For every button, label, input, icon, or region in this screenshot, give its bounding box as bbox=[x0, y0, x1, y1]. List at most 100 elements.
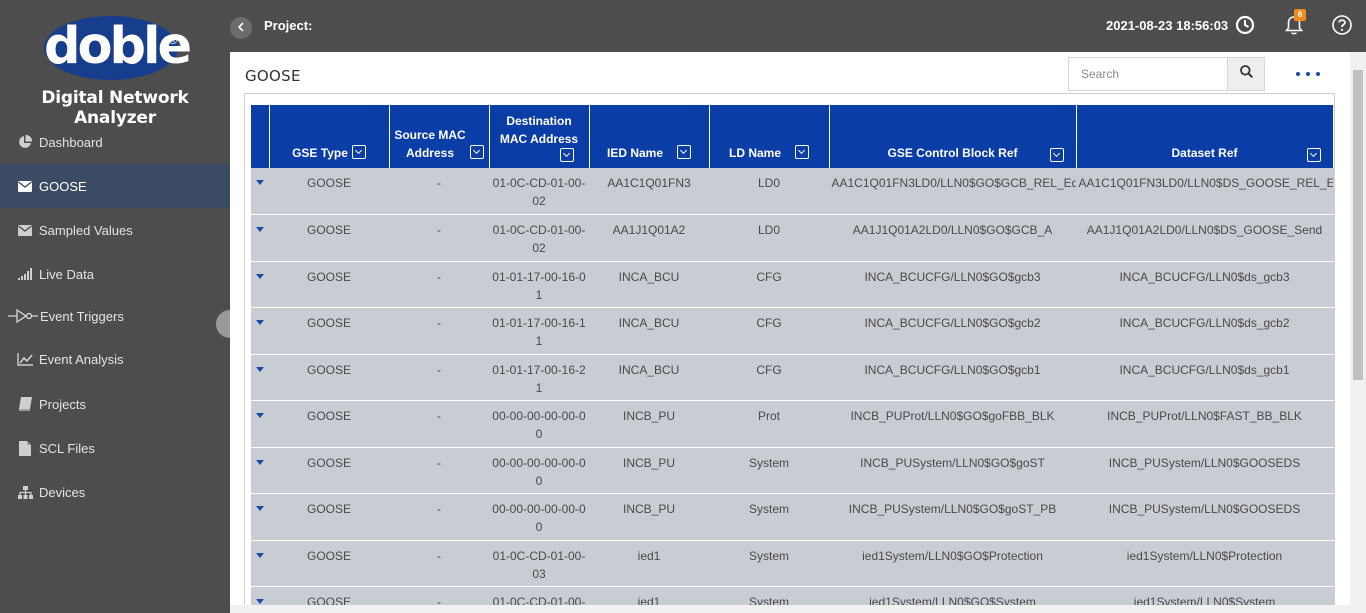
expand-row-icon[interactable] bbox=[256, 459, 264, 465]
cell-source-mac: - bbox=[389, 400, 490, 448]
table-row[interactable]: GOOSE - 01-0C-CD-01-00-02 AA1C1Q01FN3 LD… bbox=[251, 168, 1334, 215]
more-dot bbox=[1316, 72, 1320, 76]
column-header-dataset-ref[interactable]: Dataset Ref bbox=[1076, 105, 1334, 168]
column-header-destination-mac[interactable]: Destination MAC Address bbox=[489, 105, 590, 168]
sidebar-item-label: Dashboard bbox=[39, 134, 103, 150]
cell-dataset-ref: AA1J1Q01A2LD0/LLN0$DS_GOOSE_Send bbox=[1076, 214, 1334, 262]
sidebar-nav: Dashboard GOOSE Sampled Values Live Data… bbox=[0, 120, 230, 514]
table-row[interactable]: GOOSE - 01-01-17-00-16-21 INCA_BCU CFG I… bbox=[251, 354, 1334, 401]
current-datetime: 2021-08-23 18:56:03 bbox=[1106, 18, 1229, 33]
chevron-left-icon bbox=[237, 19, 245, 37]
cell-gse-type: GOOSE bbox=[269, 447, 390, 494]
cell-ld-name: LD0 bbox=[709, 168, 830, 215]
sidebar-item-sampled-values[interactable]: Sampled Values bbox=[0, 208, 230, 252]
table-row[interactable]: GOOSE - 00-00-00-00-00-00 INCB_PU Prot I… bbox=[251, 400, 1334, 448]
cell-destination-mac: 00-00-00-00-00-00 bbox=[489, 447, 590, 494]
cell-dataset-ref: INCB_PUProt/LLN0$FAST_BB_BLK bbox=[1076, 400, 1334, 448]
sidebar-item-label: Event Triggers bbox=[40, 308, 124, 324]
expand-row-icon[interactable] bbox=[256, 413, 264, 418]
sidebar-item-dashboard[interactable]: Dashboard bbox=[0, 120, 230, 164]
table-row[interactable]: GOOSE - 01-01-17-00-16-01 INCA_BCU CFG I… bbox=[251, 261, 1334, 308]
filter-dropdown-icon[interactable] bbox=[1306, 148, 1321, 162]
more-options-button[interactable] bbox=[1296, 66, 1320, 82]
expand-row-icon[interactable] bbox=[256, 506, 264, 511]
sidebar-item-label: Live Data bbox=[39, 266, 94, 282]
search-input[interactable] bbox=[1069, 58, 1227, 90]
sidebar-item-projects[interactable]: Projects bbox=[0, 382, 230, 426]
sidebar-item-label: SCL Files bbox=[39, 440, 95, 456]
horizontal-scrollbar[interactable] bbox=[230, 605, 1350, 613]
help-icon[interactable] bbox=[1331, 14, 1353, 36]
sidebar-item-live-data[interactable]: Live Data bbox=[0, 252, 230, 296]
cell-dataset-ref: ied1System/LLN0$Protection bbox=[1076, 540, 1334, 587]
signal-bars-icon bbox=[17, 267, 33, 281]
column-header-ied-name[interactable]: IED Name bbox=[589, 105, 710, 168]
cell-gse-type: GOOSE bbox=[269, 493, 390, 541]
column-header-source-mac[interactable]: Source MAC Address bbox=[389, 105, 490, 168]
cell-source-mac: - bbox=[389, 493, 490, 541]
table-row[interactable]: GOOSE - 00-00-00-00-00-00 INCB_PU System… bbox=[251, 493, 1334, 541]
cell-ied-name: INCA_BCU bbox=[589, 261, 710, 308]
cell-ld-name: Prot bbox=[709, 400, 830, 448]
project-label: Project: bbox=[264, 18, 313, 33]
cell-destination-mac: 01-0C-CD-01-00-03 bbox=[489, 540, 590, 587]
cell-gcb-ref: INCB_PUProt/LLN0$GO$goFBB_BLK bbox=[829, 400, 1077, 448]
clock-icon[interactable] bbox=[1235, 15, 1255, 35]
sidebar-item-event-triggers[interactable]: Event Triggers bbox=[0, 296, 230, 336]
page-title: GOOSE bbox=[245, 67, 301, 85]
expand-row-icon[interactable] bbox=[256, 227, 264, 232]
cell-gcb-ref: INCA_BCUCFG/LLN0$GO$gcb2 bbox=[829, 307, 1077, 355]
expand-row-icon[interactable] bbox=[256, 366, 264, 372]
column-header-gse-type[interactable]: GSE Type bbox=[269, 105, 390, 168]
filter-dropdown-icon[interactable] bbox=[677, 145, 692, 159]
search-button[interactable] bbox=[1227, 58, 1264, 90]
cell-gse-type: GOOSE bbox=[269, 400, 390, 448]
filter-dropdown-icon[interactable] bbox=[470, 145, 484, 159]
cell-gse-type: GOOSE bbox=[269, 214, 390, 262]
pie-chart-icon bbox=[17, 135, 33, 149]
cell-gse-type: GOOSE bbox=[269, 261, 390, 308]
line-chart-icon bbox=[17, 352, 33, 366]
cell-source-mac: - bbox=[389, 214, 490, 262]
cell-dataset-ref: INCA_BCUCFG/LLN0$ds_gcb1 bbox=[1076, 354, 1334, 401]
filter-dropdown-icon[interactable] bbox=[351, 145, 366, 159]
expand-row-icon[interactable] bbox=[256, 599, 264, 604]
cell-gcb-ref: AA1J1Q01A2LD0/LLN0$GO$GCB_A bbox=[829, 214, 1077, 262]
filter-dropdown-icon[interactable] bbox=[795, 145, 809, 159]
table-row[interactable]: GOOSE - 00-00-00-00-00-00 INCB_PU System… bbox=[251, 447, 1334, 494]
cell-ied-name: AA1C1Q01FN3 bbox=[589, 168, 710, 215]
filter-dropdown-icon[interactable] bbox=[560, 148, 574, 162]
more-dot bbox=[1296, 72, 1300, 76]
sidebar-item-goose[interactable]: GOOSE bbox=[0, 164, 230, 208]
column-header-gse-control-block-ref[interactable]: GSE Control Block Ref bbox=[829, 105, 1077, 168]
goose-table-frame: GSE Type Source MAC Address Destination … bbox=[244, 93, 1335, 613]
cell-gse-type: GOOSE bbox=[269, 307, 390, 355]
sidebar-item-label: GOOSE bbox=[39, 178, 87, 194]
cell-ied-name: ied1 bbox=[589, 540, 710, 587]
cell-gcb-ref: INCA_BCUCFG/LLN0$GO$gcb3 bbox=[829, 261, 1077, 308]
more-dot bbox=[1306, 72, 1310, 76]
cell-gcb-ref: INCA_BCUCFG/LLN0$GO$gcb1 bbox=[829, 354, 1077, 401]
table-row[interactable]: GOOSE - 01-01-17-00-16-11 INCA_BCU CFG I… bbox=[251, 307, 1334, 355]
cell-destination-mac: 01-0C-CD-01-00-02 bbox=[489, 168, 590, 215]
expand-row-icon[interactable] bbox=[256, 320, 264, 325]
filter-dropdown-icon[interactable] bbox=[1049, 148, 1064, 162]
scrollbar-thumb[interactable] bbox=[1353, 70, 1363, 380]
expand-row-icon[interactable] bbox=[256, 552, 264, 558]
sidebar-item-scl-files[interactable]: SCL Files bbox=[0, 426, 230, 470]
expand-row-icon[interactable] bbox=[256, 180, 264, 185]
sidebar-item-devices[interactable]: Devices bbox=[0, 470, 230, 514]
cell-gcb-ref: INCB_PUSystem/LLN0$GO$goST bbox=[829, 447, 1077, 494]
sidebar-item-event-analysis[interactable]: Event Analysis bbox=[0, 336, 230, 382]
table-row[interactable]: GOOSE - 01-0C-CD-01-00-03 ied1 System ie… bbox=[251, 540, 1334, 587]
expand-row-icon[interactable] bbox=[256, 273, 264, 279]
cell-gcb-ref: INCB_PUSystem/LLN0$GO$goST_PB bbox=[829, 493, 1077, 541]
vertical-scrollbar[interactable] bbox=[1350, 52, 1366, 613]
table-row[interactable]: GOOSE - 01-0C-CD-01-00-02 AA1J1Q01A2 LD0… bbox=[251, 214, 1334, 262]
cell-dataset-ref: INCB_PUSystem/LLN0$GOOSEDS bbox=[1076, 447, 1334, 494]
goose-table: GSE Type Source MAC Address Destination … bbox=[251, 105, 1334, 613]
back-button[interactable] bbox=[230, 17, 252, 39]
book-icon bbox=[17, 397, 33, 411]
column-header-ld-name[interactable]: LD Name bbox=[709, 105, 830, 168]
cell-gcb-ref: ied1System/LLN0$GO$Protection bbox=[829, 540, 1077, 587]
